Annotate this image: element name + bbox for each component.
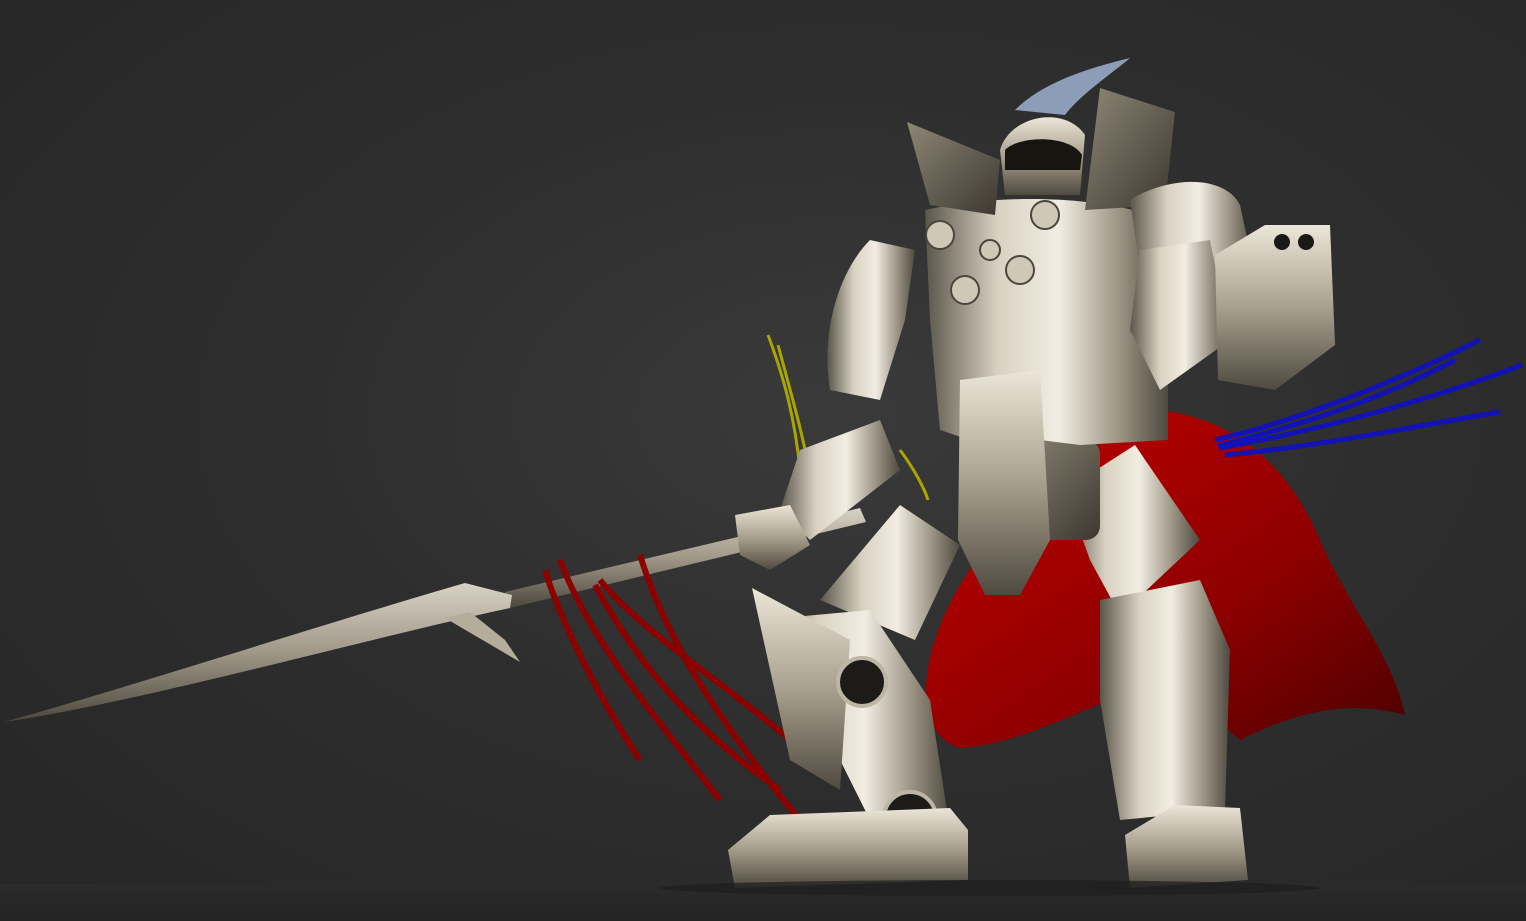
left-collar-wing [907,122,1000,215]
render-viewport [0,0,1526,921]
left-foot [728,808,968,888]
cannon-barrel-2 [1298,234,1314,250]
spear-blade [4,583,512,722]
tassets [958,370,1050,595]
left-upper-arm [827,240,915,400]
right-shin [1100,580,1230,820]
spear-barb [445,612,520,662]
cannon-barrel-1 [1274,234,1290,250]
mech-warrior-render [4,58,1523,896]
contact-shadow [660,880,1320,896]
left-knee-emblem [836,656,888,708]
arm-cannon [1215,225,1335,390]
